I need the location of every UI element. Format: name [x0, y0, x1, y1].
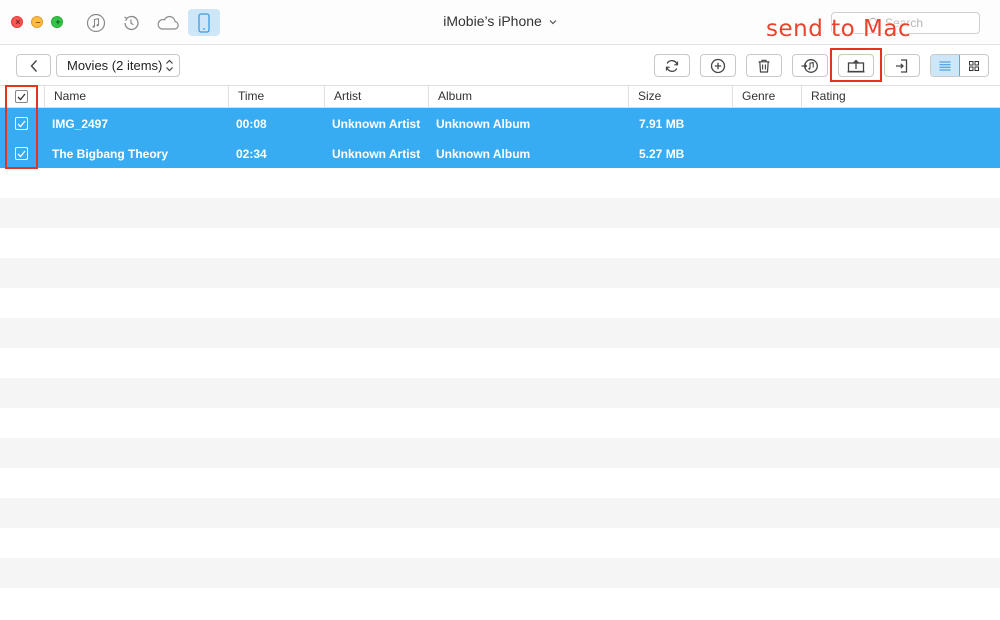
empty-row [0, 438, 1000, 468]
back-button[interactable] [16, 54, 51, 77]
add-icon [710, 58, 726, 73]
cell-name: The Bigbang Theory [52, 147, 169, 161]
icloud-button[interactable] [153, 9, 183, 36]
checkbox-column-highlight [5, 85, 38, 169]
column-header-album[interactable]: Album [428, 86, 628, 108]
cell-album: Unknown Album [436, 147, 531, 161]
itunes-library-button[interactable] [81, 9, 111, 36]
history-icon [124, 15, 139, 30]
list-view-icon [939, 61, 951, 70]
empty-row [0, 498, 1000, 528]
category-label: Movies (2 items) [67, 58, 163, 73]
to-itunes-icon [801, 58, 818, 73]
empty-row [0, 258, 1000, 288]
column-header-rating[interactable]: Rating [801, 86, 1000, 108]
chevron-down-icon [549, 20, 557, 25]
updown-chevron-icon [166, 59, 173, 72]
phone-icon [198, 12, 210, 33]
device-button[interactable] [188, 9, 220, 36]
cell-time: 00:08 [236, 117, 267, 131]
device-selector[interactable]: iMobie’s iPhone [400, 13, 600, 29]
send-to-mac-annotation: send to Mac [766, 16, 912, 42]
table-header: Name Time Artist Album Size Genre Rating [0, 86, 1000, 108]
cell-artist: Unknown Artist [332, 147, 421, 161]
column-header-name[interactable]: Name [44, 86, 229, 108]
minimize-window-button[interactable]: – [31, 16, 43, 28]
send-to-mac-highlight [830, 48, 882, 82]
empty-row [0, 558, 1000, 588]
cell-name: IMG_2497 [52, 117, 109, 131]
list-view-button[interactable] [931, 55, 960, 76]
cell-album: Unknown Album [436, 117, 531, 131]
table-row[interactable]: The Bigbang Theory 02:34 Unknown Artist … [0, 138, 1000, 168]
chevron-left-icon [30, 59, 37, 72]
cell-artist: Unknown Artist [332, 117, 421, 131]
close-window-button[interactable]: × [11, 16, 23, 28]
cell-size: 5.27 MB [639, 147, 685, 161]
cloud-icon [157, 15, 179, 30]
cell-time: 02:34 [236, 147, 267, 161]
refresh-button[interactable] [654, 54, 690, 77]
zoom-window-button[interactable]: + [51, 16, 63, 28]
table-row[interactable]: IMG_2497 00:08 Unknown Artist Unknown Al… [0, 108, 1000, 138]
grid-view-button[interactable] [960, 55, 988, 76]
empty-row [0, 318, 1000, 348]
empty-row [0, 378, 1000, 408]
trash-icon [758, 59, 770, 73]
column-header-artist[interactable]: Artist [324, 86, 428, 108]
refresh-icon [665, 59, 679, 72]
device-name: iMobie’s iPhone [443, 13, 542, 29]
delete-button[interactable] [746, 54, 782, 77]
column-header-genre[interactable]: Genre [732, 86, 801, 108]
music-note-icon [86, 13, 106, 32]
view-mode-switch [930, 54, 989, 77]
send-to-itunes-button[interactable] [792, 54, 828, 77]
column-header-size[interactable]: Size [628, 86, 732, 108]
add-button[interactable] [700, 54, 736, 77]
column-header-time[interactable]: Time [228, 86, 324, 108]
empty-row [0, 198, 1000, 228]
grid-view-icon [968, 60, 979, 71]
backup-history-button[interactable] [116, 9, 146, 36]
cell-size: 7.91 MB [639, 117, 685, 131]
send-to-device-button[interactable] [884, 54, 920, 77]
category-select[interactable]: Movies (2 items) [56, 54, 180, 77]
to-device-icon [896, 58, 908, 73]
